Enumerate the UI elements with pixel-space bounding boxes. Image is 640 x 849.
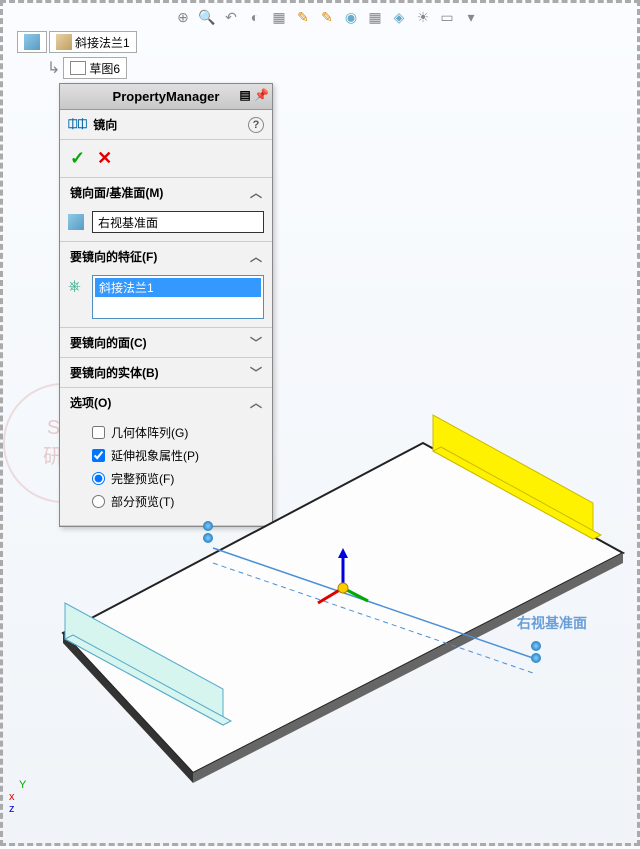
- section-options: 选项(O) ︿ 几何体阵列(G) 延伸视象属性(P) 完整预览(F) 部分预览(…: [60, 388, 272, 526]
- panel-header-title: PropertyManager: [113, 89, 220, 104]
- section-mirror-plane: 镜向面/基准面(M) ︿: [60, 178, 272, 242]
- feature-title: 镜向: [93, 116, 117, 133]
- panel-actions: ✓ ✕: [60, 140, 272, 178]
- ok-button[interactable]: ✓: [70, 148, 85, 169]
- full-preview-label: 完整预览(F): [111, 470, 174, 487]
- apply-scene-icon[interactable]: ▦: [365, 7, 385, 27]
- breadcrumb-feature[interactable]: 斜接法兰1: [49, 31, 137, 53]
- mirror-icon: ⎅⎅: [68, 117, 87, 132]
- section-bodies-header[interactable]: 要镜向的实体(B) ﹀: [60, 358, 272, 387]
- section-mirror-plane-header[interactable]: 镜向面/基准面(M) ︿: [60, 178, 272, 207]
- propagate-checkbox[interactable]: [92, 449, 105, 462]
- axis-indicator: Y x z: [9, 791, 15, 815]
- mirror-plane-input[interactable]: [92, 211, 264, 233]
- breadcrumb-sketch[interactable]: 草图6: [63, 57, 127, 79]
- sketch-icon: [70, 61, 86, 75]
- feature-selector-icon: ⎈: [68, 278, 86, 296]
- chevron-up-icon: ︿: [250, 248, 262, 265]
- zoom-fit-icon[interactable]: ⊕: [173, 7, 193, 27]
- chevron-down-icon: ﹀: [250, 364, 262, 381]
- flange-icon: [56, 34, 72, 50]
- propagate-label: 延伸视象属性(P): [111, 447, 199, 464]
- pin-icon[interactable]: 📌: [254, 88, 268, 102]
- breadcrumb-sketch-label: 草图6: [89, 60, 120, 77]
- axis-y-label: Y: [19, 779, 26, 791]
- view-toolbar: ⊕ 🔍 ↶ ◐ ▦ ✎ ✎ ◉ ▦ ◈ ☀ ▭ ▾: [173, 7, 481, 27]
- screen-capture-icon[interactable]: ▭: [437, 7, 457, 27]
- axis-x-label: x: [9, 791, 15, 803]
- panel-header: PropertyManager ▤ 📌: [60, 84, 272, 110]
- edit-appearance-icon[interactable]: ◉: [341, 7, 361, 27]
- breadcrumb-feature-label: 斜接法兰1: [75, 34, 130, 51]
- part-icon: [24, 34, 40, 50]
- view-settings-icon[interactable]: ◈: [389, 7, 409, 27]
- zoom-area-icon[interactable]: 🔍: [197, 7, 217, 27]
- section-view-icon[interactable]: ◐: [245, 7, 265, 27]
- child-arrow-icon: ↳: [47, 58, 60, 78]
- hide-show-icon[interactable]: ✎: [317, 7, 337, 27]
- section-options-header[interactable]: 选项(O) ︿: [60, 388, 272, 417]
- expand-icon[interactable]: ▤: [238, 88, 252, 102]
- plane-handle[interactable]: [531, 641, 541, 651]
- section-features-header[interactable]: 要镜向的特征(F) ︿: [60, 242, 272, 271]
- section-features: 要镜向的特征(F) ︿ ⎈ 斜接法兰1: [60, 242, 272, 328]
- feature-list-item[interactable]: 斜接法兰1: [95, 278, 261, 297]
- partial-preview-radio[interactable]: [92, 495, 105, 508]
- partial-preview-label: 部分预览(T): [111, 493, 174, 510]
- features-listbox[interactable]: 斜接法兰1: [92, 275, 264, 319]
- breadcrumb-sub: ↳ 草图6: [47, 57, 127, 79]
- more-icon[interactable]: ▾: [461, 7, 481, 27]
- section-faces-header[interactable]: 要镜向的面(C) ﹀: [60, 328, 272, 357]
- geometry-pattern-label: 几何体阵列(G): [111, 424, 188, 441]
- breadcrumb-root[interactable]: [17, 31, 47, 53]
- chevron-down-icon: ﹀: [250, 334, 262, 351]
- display-style-icon[interactable]: ✎: [293, 7, 313, 27]
- reference-plane-label[interactable]: 右视基准面: [517, 613, 587, 633]
- geometry-pattern-checkbox[interactable]: [92, 426, 105, 439]
- full-preview-radio[interactable]: [92, 472, 105, 485]
- help-icon[interactable]: ?: [248, 117, 264, 133]
- section-bodies: 要镜向的实体(B) ﹀: [60, 358, 272, 388]
- breadcrumb: 斜接法兰1: [17, 31, 137, 53]
- zoom-prev-icon[interactable]: ↶: [221, 7, 241, 27]
- property-manager-panel: PropertyManager ▤ 📌 ⎅⎅ 镜向 ? ✓ ✕ 镜向面/基准面(…: [59, 83, 273, 527]
- section-faces: 要镜向的面(C) ﹀: [60, 328, 272, 358]
- view-orient-icon[interactable]: ▦: [269, 7, 289, 27]
- chevron-up-icon: ︿: [250, 184, 262, 201]
- plane-handle[interactable]: [531, 653, 541, 663]
- axis-z-label: z: [9, 803, 15, 815]
- plane-handle[interactable]: [203, 533, 213, 543]
- chevron-up-icon: ︿: [250, 394, 262, 411]
- render-icon[interactable]: ☀: [413, 7, 433, 27]
- plane-selector-icon: [68, 214, 86, 232]
- plane-handle[interactable]: [203, 521, 213, 531]
- feature-title-row: ⎅⎅ 镜向 ?: [60, 110, 272, 140]
- cancel-button[interactable]: ✕: [97, 148, 112, 169]
